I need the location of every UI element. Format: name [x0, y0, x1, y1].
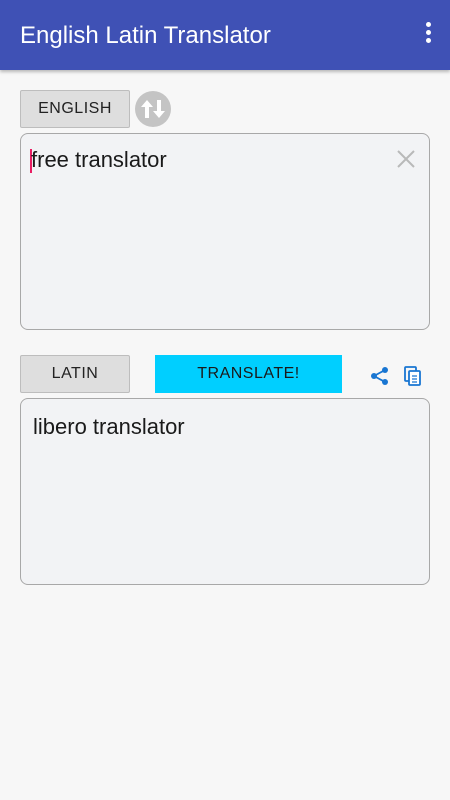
target-language-button[interactable]: LATIN [20, 355, 130, 393]
app-screen: English Latin Translator ENGLISH free tr… [0, 0, 450, 800]
copy-button[interactable] [403, 366, 423, 386]
copy-icon [404, 366, 421, 386]
clear-text-button[interactable] [395, 148, 417, 170]
source-language-button[interactable]: ENGLISH [20, 90, 130, 128]
swap-vertical-icon [141, 100, 165, 118]
translate-button[interactable]: TRANSLATE! [155, 355, 342, 393]
more-vert-icon[interactable] [422, 22, 434, 48]
swap-languages-button[interactable] [135, 91, 171, 127]
share-button[interactable] [370, 366, 390, 386]
close-icon [397, 150, 415, 168]
app-toolbar: English Latin Translator [0, 0, 450, 70]
source-text-area[interactable]: free translator [20, 133, 430, 330]
app-title: English Latin Translator [20, 22, 271, 49]
share-icon [371, 367, 388, 385]
target-text: libero translator [33, 414, 185, 439]
source-text: free translator [31, 147, 167, 172]
target-text-area[interactable]: libero translator [20, 398, 430, 585]
